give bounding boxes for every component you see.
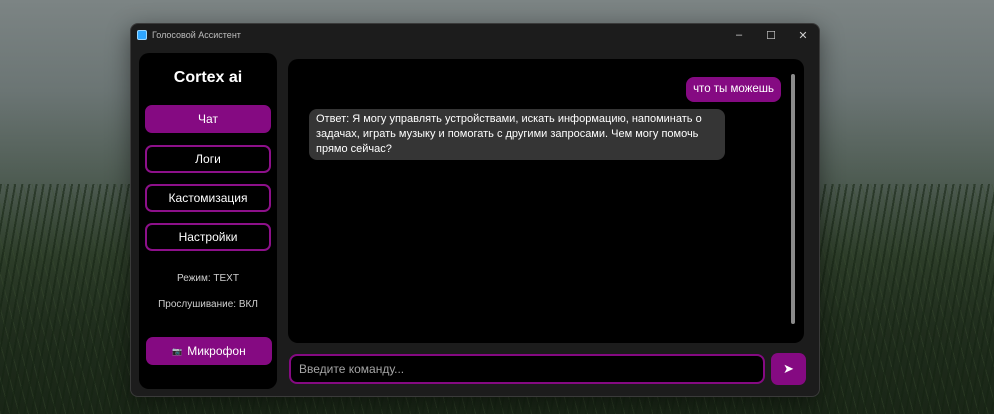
minimize-icon[interactable]: – <box>723 24 755 46</box>
chat-scrollbar[interactable] <box>791 74 795 324</box>
mode-status: Режим: TEXT <box>177 273 239 284</box>
microphone-label: Микрофон <box>187 344 246 358</box>
app-icon <box>137 30 147 40</box>
nav-customization-button[interactable]: Кастомизация <box>145 184 271 212</box>
microphone-button[interactable]: 📷 Микрофон <box>146 337 272 365</box>
maximize-icon[interactable]: ☐ <box>755 24 787 46</box>
close-icon[interactable]: ✕ <box>787 24 819 46</box>
send-button[interactable]: ➤ <box>771 353 806 385</box>
chat-panel: что ты можешь Ответ: Я могу управлять ус… <box>288 59 804 343</box>
assistant-message: Ответ: Я могу управлять устройствами, ис… <box>309 109 725 160</box>
nav-settings-button[interactable]: Настройки <box>145 223 271 251</box>
user-message: что ты можешь <box>686 77 781 102</box>
listening-status: Прослушивание: ВКЛ <box>158 299 258 310</box>
command-input[interactable] <box>289 354 765 384</box>
window-title: Голосовой Ассистент <box>152 30 241 40</box>
nav-chat-button[interactable]: Чат <box>145 105 271 133</box>
title-bar: Голосовой Ассистент – ☐ ✕ <box>131 24 819 46</box>
sidebar: Cortex ai Чат Логи Кастомизация Настройк… <box>139 53 277 389</box>
nav-logs-button[interactable]: Логи <box>145 145 271 173</box>
app-window: Голосовой Ассистент – ☐ ✕ Cortex ai Чат … <box>130 23 820 397</box>
camera-icon: 📷 <box>172 346 183 356</box>
send-arrow-icon: ➤ <box>783 361 794 376</box>
brand-title: Cortex ai <box>173 69 243 86</box>
